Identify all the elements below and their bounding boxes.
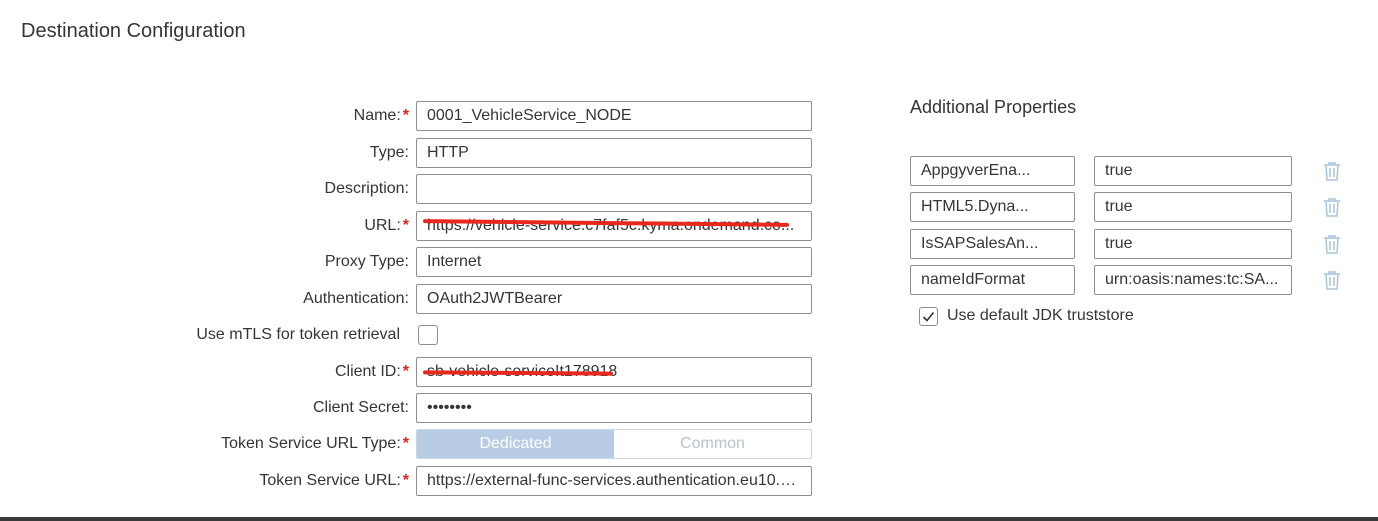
- trash-icon[interactable]: [1323, 197, 1341, 217]
- token-service-url-label: Token Service URL: *: [259, 472, 409, 489]
- property-row: HTML5.Dyna... true: [910, 192, 1350, 222]
- url-label: URL: *: [364, 217, 409, 234]
- description-label: Description:: [324, 180, 409, 197]
- description-input[interactable]: [416, 174, 812, 204]
- token-service-url-type-label: Token Service URL Type: *: [221, 435, 409, 452]
- use-mtls-row: Use mTLS for token retrieval: [0, 320, 820, 350]
- dedicated-option[interactable]: Dedicated: [417, 430, 614, 458]
- additional-properties-title: Additional Properties: [910, 97, 1077, 117]
- token-service-url-row: Token Service URL: * https://external-fun…: [0, 466, 820, 496]
- client-secret-label: Client Secret:: [312, 399, 409, 416]
- trash-icon[interactable]: [1323, 161, 1341, 181]
- client-id-row: Client ID:* sb-vehicle-service!t178918: [0, 357, 820, 387]
- name-row: Name: * 0001_VehicleService_NODE: [0, 101, 820, 131]
- use-default-jdk-label: Use default JDK truststore: [947, 307, 1134, 324]
- property-row: AppgyverEna... true: [910, 156, 1350, 186]
- use-mtls-checkbox[interactable]: [418, 325, 438, 345]
- common-option[interactable]: Common: [614, 430, 811, 458]
- authentication-select[interactable]: OAuth2JWTBearer: [416, 284, 812, 314]
- name-input[interactable]: 0001_VehicleService_NODE: [416, 101, 812, 131]
- description-row: Description:: [0, 174, 820, 204]
- property-row: IsSAPSalesAn... true: [910, 229, 1350, 259]
- property-row: nameIdFormat urn:oasis:names:tc:SA...: [910, 265, 1350, 295]
- property-value-input[interactable]: true: [1094, 192, 1292, 222]
- type-select[interactable]: HTTP: [416, 138, 812, 168]
- proxy-type-label: Proxy Type:: [324, 253, 409, 270]
- client-secret-row: Client Secret: ••••••••: [0, 393, 820, 423]
- url-row: URL: * https://vehicle-service.c7faf5c.ky…: [0, 211, 820, 241]
- authentication-label: Authentication:: [303, 290, 409, 307]
- bottom-divider: [0, 517, 1378, 521]
- proxy-type-select[interactable]: Internet: [416, 247, 812, 277]
- use-default-jdk-checkbox[interactable]: [919, 307, 938, 326]
- token-service-url-type-row: Token Service URL Type: * Dedicated Commo…: [0, 429, 820, 459]
- client-id-label: Client ID: *: [334, 363, 409, 380]
- token-service-url-type-toggle: Dedicated Common: [416, 429, 812, 459]
- use-mtls-label: Use mTLS for token retrieval: [196, 326, 400, 343]
- name-label: Name: *: [353, 107, 409, 124]
- token-service-url-input[interactable]: https://external-func-services.authentic…: [416, 466, 812, 496]
- proxy-type-row: Proxy Type: Internet: [0, 247, 820, 277]
- type-label: Type:: [369, 144, 409, 161]
- type-row: Type: HTTP: [0, 138, 820, 168]
- property-value-input[interactable]: true: [1094, 156, 1292, 186]
- property-key-input[interactable]: AppgyverEna...: [910, 156, 1075, 186]
- property-key-input[interactable]: IsSAPSalesAn...: [910, 229, 1075, 259]
- property-key-input[interactable]: nameIdFormat: [910, 265, 1075, 295]
- authentication-row: Authentication: OAuth2JWTBearer: [0, 284, 820, 314]
- property-value-input[interactable]: true: [1094, 229, 1292, 259]
- property-value-input[interactable]: urn:oasis:names:tc:SA...: [1094, 265, 1292, 295]
- trash-icon[interactable]: [1323, 270, 1341, 290]
- client-secret-input[interactable]: ••••••••: [416, 393, 812, 423]
- checkmark-icon: [922, 311, 935, 322]
- client-id-input[interactable]: sb-vehicle-service!t178918: [416, 357, 812, 387]
- property-key-input[interactable]: HTML5.Dyna...: [910, 192, 1075, 222]
- url-input[interactable]: https://vehicle-service.c7faf5c.kyma.ond…: [416, 211, 812, 241]
- page-title: Destination Configuration: [21, 20, 246, 42]
- trash-icon[interactable]: [1323, 234, 1341, 254]
